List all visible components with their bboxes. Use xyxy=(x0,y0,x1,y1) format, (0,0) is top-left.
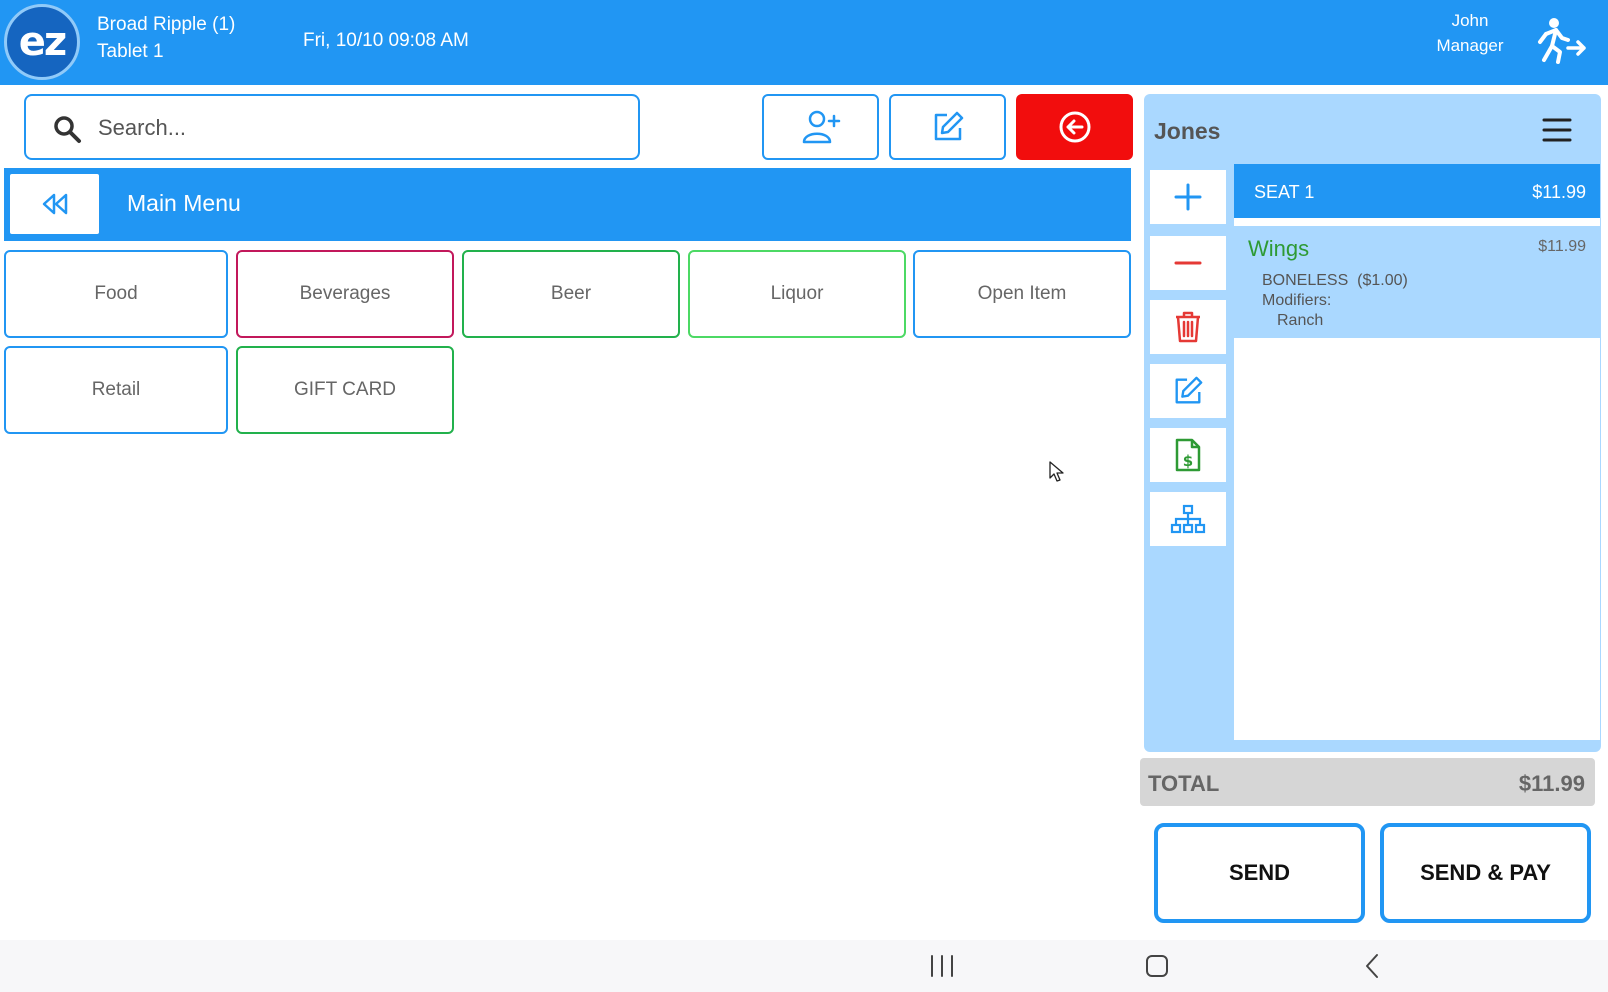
remove-item-button[interactable] xyxy=(1150,236,1226,290)
search-box[interactable] xyxy=(24,94,640,160)
recent-apps-icon[interactable] xyxy=(922,950,962,982)
search-icon xyxy=(54,116,81,143)
circle-arrow-left-icon xyxy=(1059,111,1090,143)
ticket-panel: Jones $ SEAT 1 $11.99 Wings $11.99 BONEL… xyxy=(1144,94,1601,752)
category-label: Beverages xyxy=(299,283,391,304)
category-liquor[interactable]: Liquor xyxy=(688,250,906,338)
trash-icon xyxy=(1176,311,1200,343)
invoice-dollar-icon: $ xyxy=(1175,438,1201,472)
rewind-icon xyxy=(42,193,67,215)
category-open-item[interactable]: Open Item xyxy=(913,250,1131,338)
total-label: TOTAL xyxy=(1148,771,1220,796)
item-modifier: Ranch xyxy=(1277,312,1324,329)
logo-text: ez xyxy=(18,19,67,65)
user-plus-icon xyxy=(802,110,840,144)
minus-icon xyxy=(1174,261,1202,265)
category-beverages[interactable]: Beverages xyxy=(236,250,454,338)
ez-logo: ez xyxy=(4,4,80,80)
category-food[interactable]: Food xyxy=(4,250,228,338)
item-name: Wings xyxy=(1248,236,1310,261)
svg-text:$: $ xyxy=(1183,452,1193,470)
user-info: John Manager xyxy=(1420,8,1520,58)
pos-app: ez Broad Ripple (1) Tablet 1 Fri, 10/10 … xyxy=(0,0,1608,992)
datetime: Fri, 10/10 09:08 AM xyxy=(303,30,469,51)
logout-running-icon[interactable] xyxy=(1532,16,1586,66)
top-bar: ez Broad Ripple (1) Tablet 1 Fri, 10/10 … xyxy=(0,0,1608,85)
total-bar: TOTAL $11.99 xyxy=(1140,758,1595,806)
price-item-button[interactable]: $ xyxy=(1150,428,1226,482)
category-label: GIFT CARD xyxy=(293,379,397,400)
category-label: Retail xyxy=(91,379,141,400)
category-label: Liquor xyxy=(770,283,824,304)
mouse-cursor-icon xyxy=(1049,461,1064,482)
hamburger-menu-icon[interactable] xyxy=(1542,116,1572,144)
send-pay-button[interactable]: SEND & PAY xyxy=(1380,823,1591,923)
send-button[interactable]: SEND xyxy=(1154,823,1365,923)
edit-item-button[interactable] xyxy=(1150,364,1226,418)
menu-back-button[interactable] xyxy=(10,174,99,234)
total-amount: $11.99 xyxy=(1518,771,1585,796)
item-modifiers-label: Modifiers: xyxy=(1262,292,1332,309)
menu-title: Main Menu xyxy=(127,190,241,216)
seat-amount: $11.99 xyxy=(1532,182,1586,202)
category-label: Food xyxy=(94,283,138,304)
home-icon[interactable] xyxy=(1137,950,1177,982)
add-customer-button[interactable] xyxy=(762,94,879,160)
delete-item-button[interactable] xyxy=(1150,300,1226,354)
split-item-button[interactable] xyxy=(1150,492,1226,546)
plus-icon xyxy=(1174,183,1202,211)
seat-label: SEAT 1 xyxy=(1254,182,1315,202)
ticket-name: Jones xyxy=(1154,118,1221,144)
category-label: Open Item xyxy=(977,283,1067,304)
ticket-item-row[interactable]: Wings $11.99 BONELESS ($1.00) Modifiers:… xyxy=(1234,226,1600,338)
item-option: BONELESS ($1.00) xyxy=(1262,272,1408,289)
location-name: Broad Ripple (1) xyxy=(97,14,236,35)
user-name: John xyxy=(1451,11,1489,30)
add-item-button[interactable] xyxy=(1150,170,1226,224)
main-menu-header: Main Menu xyxy=(4,168,1131,241)
hierarchy-icon xyxy=(1170,504,1206,534)
category-gift-card[interactable]: GIFT CARD xyxy=(236,346,454,434)
seat-row[interactable]: SEAT 1 $11.99 xyxy=(1234,164,1600,218)
edit-icon xyxy=(934,111,963,141)
ticket-items-list: SEAT 1 $11.99 Wings $11.99 BONELESS ($1.… xyxy=(1234,164,1600,740)
user-role: Manager xyxy=(1436,36,1504,55)
back-icon[interactable] xyxy=(1352,950,1392,982)
device-name: Tablet 1 xyxy=(97,41,164,62)
edit-ticket-button[interactable] xyxy=(889,94,1006,160)
item-price: $11.99 xyxy=(1538,238,1586,255)
edit-icon xyxy=(1175,376,1203,404)
android-nav-bar xyxy=(0,940,1608,992)
category-retail[interactable]: Retail xyxy=(4,346,228,434)
exit-button[interactable] xyxy=(1016,94,1133,160)
search-input[interactable] xyxy=(98,108,618,148)
location-info: Broad Ripple (1) Tablet 1 xyxy=(97,11,235,65)
category-label: Beer xyxy=(550,283,592,304)
category-beer[interactable]: Beer xyxy=(462,250,680,338)
